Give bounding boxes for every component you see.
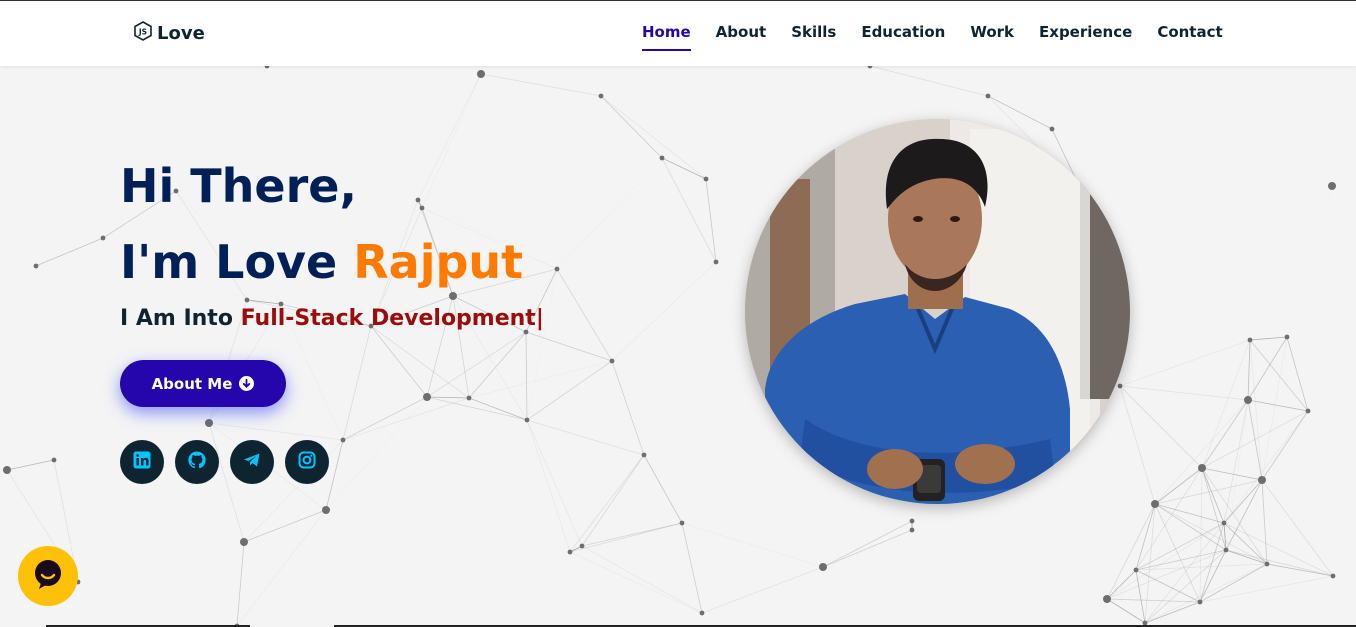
about-me-button[interactable]: About Me	[120, 360, 286, 407]
nav-about[interactable]: About	[716, 23, 767, 51]
github-icon	[187, 450, 207, 474]
hero-heading: Hi There, I'm Love Rajput	[120, 148, 523, 300]
linkedin-link[interactable]	[120, 440, 164, 484]
js-hexagon-icon: JS	[133, 21, 153, 46]
brand-name: Love	[157, 23, 205, 44]
social-links	[120, 440, 329, 484]
hero-name-accent: Rajput	[353, 235, 524, 289]
navbar: JS Love Home About Skills Education Work…	[0, 1, 1356, 66]
telegram-icon	[242, 450, 262, 474]
nav-home[interactable]: Home	[642, 23, 691, 51]
typing-cursor: |	[535, 306, 544, 331]
top-border	[0, 0, 1356, 1]
typed-text: Full-Stack Development	[240, 306, 536, 331]
nav-contact[interactable]: Contact	[1157, 23, 1222, 51]
telegram-link[interactable]	[230, 440, 274, 484]
nav-skills[interactable]: Skills	[791, 23, 836, 51]
chat-widget-button[interactable]	[18, 546, 78, 606]
instagram-link[interactable]	[285, 440, 329, 484]
subtitle-prefix: I Am Into	[120, 306, 233, 331]
hero-intro: I'm Love	[120, 235, 338, 289]
instagram-icon	[297, 450, 317, 474]
svg-text:JS: JS	[138, 28, 147, 37]
nav-education[interactable]: Education	[861, 23, 945, 51]
about-me-label: About Me	[151, 374, 233, 393]
linkedin-icon	[132, 450, 152, 474]
brand-logo[interactable]: JS Love	[133, 21, 205, 46]
github-link[interactable]	[175, 440, 219, 484]
profile-photo	[745, 119, 1130, 504]
hero-subtitle: I Am Into Full-Stack Development|	[120, 306, 544, 331]
hero-greeting: Hi There,	[120, 159, 357, 213]
chat-bubble-icon	[31, 557, 65, 595]
nav-work[interactable]: Work	[970, 23, 1014, 51]
arrow-down-circle-icon	[239, 376, 255, 391]
main-nav: Home About Skills Education Work Experie…	[642, 23, 1248, 51]
nav-experience[interactable]: Experience	[1039, 23, 1132, 51]
